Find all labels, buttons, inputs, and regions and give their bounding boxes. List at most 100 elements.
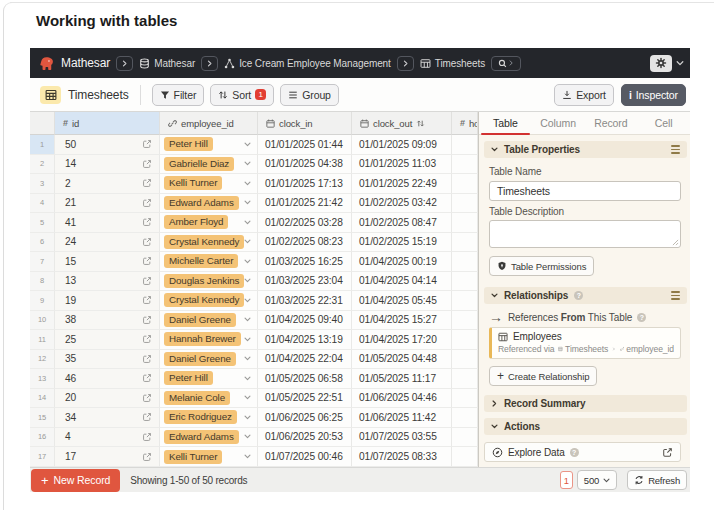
help-icon[interactable]: ? bbox=[637, 313, 646, 322]
clock-in-cell[interactable]: 01/01/2025 21:42 bbox=[258, 194, 352, 214]
employee-cell[interactable]: Peter Hill bbox=[160, 369, 258, 389]
employee-cell[interactable]: Kelli Turner bbox=[160, 447, 258, 467]
row-number[interactable]: 11 bbox=[30, 330, 55, 350]
clock-out-cell[interactable]: 01/05/2025 04:48 bbox=[352, 350, 452, 370]
employee-cell[interactable]: Gabrielle Diaz bbox=[160, 155, 258, 175]
clock-in-cell[interactable]: 01/01/2025 01:44 bbox=[258, 135, 352, 155]
employee-cell[interactable]: Hannah Brewer bbox=[160, 330, 258, 350]
id-cell[interactable]: 2 bbox=[55, 174, 160, 194]
row-number[interactable]: 2 bbox=[30, 155, 55, 175]
id-cell[interactable]: 4 bbox=[55, 428, 160, 448]
search-button[interactable] bbox=[491, 56, 521, 71]
open-record-icon[interactable] bbox=[142, 412, 152, 422]
clock-in-cell[interactable]: 01/05/2025 22:51 bbox=[258, 389, 352, 409]
employee-cell[interactable]: Daniel Greene bbox=[160, 350, 258, 370]
hours-cell[interactable] bbox=[452, 408, 478, 428]
clock-out-cell[interactable]: 01/01/2025 11:03 bbox=[352, 155, 452, 175]
id-cell[interactable]: 24 bbox=[55, 233, 160, 253]
tab-table[interactable]: Table bbox=[479, 112, 532, 134]
employee-cell[interactable]: Michelle Carter bbox=[160, 252, 258, 272]
hours-cell[interactable] bbox=[452, 389, 478, 409]
brand-name[interactable]: Mathesar bbox=[61, 56, 110, 70]
filter-button[interactable]: Filter bbox=[152, 84, 205, 106]
clock-out-cell[interactable]: 01/04/2025 04:14 bbox=[352, 272, 452, 292]
hours-cell[interactable] bbox=[452, 174, 478, 194]
column-header-employee_id[interactable]: employee_id bbox=[160, 112, 258, 135]
clock-in-cell[interactable]: 01/06/2025 20:53 bbox=[258, 428, 352, 448]
table-permissions-button[interactable]: Table Permissions bbox=[489, 256, 594, 276]
open-record-icon[interactable] bbox=[142, 159, 152, 169]
clock-out-cell[interactable]: 01/07/2025 08:33 bbox=[352, 447, 452, 467]
tab-cell[interactable]: Cell bbox=[637, 112, 690, 134]
help-icon[interactable]: ? bbox=[574, 291, 583, 300]
inspector-button[interactable]: i Inspector bbox=[621, 84, 686, 106]
id-cell[interactable]: 17 bbox=[55, 447, 160, 467]
clock-out-cell[interactable]: 01/04/2025 17:20 bbox=[352, 330, 452, 350]
table-name-input[interactable]: Timesheets bbox=[489, 181, 681, 201]
clock-in-cell[interactable]: 01/03/2025 23:04 bbox=[258, 272, 352, 292]
row-number[interactable]: 9 bbox=[30, 291, 55, 311]
open-record-icon[interactable] bbox=[142, 452, 152, 462]
breadcrumb-database[interactable]: Mathesar bbox=[139, 58, 195, 69]
section-relationships[interactable]: Relationships ? bbox=[484, 287, 687, 304]
breadcrumb-table[interactable]: Timesheets bbox=[420, 58, 485, 69]
clock-out-cell[interactable]: 01/07/2025 03:55 bbox=[352, 428, 452, 448]
id-cell[interactable]: 35 bbox=[55, 350, 160, 370]
clock-in-cell[interactable]: 01/01/2025 04:38 bbox=[258, 155, 352, 175]
settings-button[interactable] bbox=[650, 55, 672, 72]
section-table-properties[interactable]: Table Properties bbox=[484, 141, 687, 158]
breadcrumb-chevron-icon[interactable] bbox=[116, 56, 133, 71]
row-number[interactable]: 17 bbox=[30, 447, 55, 467]
create-relationship-button[interactable]: + Create Relationship bbox=[489, 366, 597, 386]
hours-cell[interactable] bbox=[452, 194, 478, 214]
open-record-icon[interactable] bbox=[142, 295, 152, 305]
refresh-button[interactable]: Refresh bbox=[627, 470, 687, 490]
clock-in-cell[interactable]: 01/03/2025 22:31 bbox=[258, 291, 352, 311]
clock-in-cell[interactable]: 01/02/2025 03:28 bbox=[258, 213, 352, 233]
clock-in-cell[interactable]: 01/04/2025 22:04 bbox=[258, 350, 352, 370]
row-number[interactable]: 8 bbox=[30, 272, 55, 292]
relationship-card[interactable]: Employees Referenced via Timesheets empl… bbox=[489, 327, 681, 359]
breadcrumb-schema[interactable]: Ice Cream Employee Management bbox=[224, 58, 391, 69]
open-record-icon[interactable] bbox=[142, 217, 152, 227]
hours-cell[interactable] bbox=[452, 272, 478, 292]
row-number[interactable]: 12 bbox=[30, 350, 55, 370]
row-number[interactable]: 16 bbox=[30, 428, 55, 448]
page-number[interactable]: 1 bbox=[560, 471, 573, 489]
row-number[interactable]: 13 bbox=[30, 369, 55, 389]
row-number[interactable]: 3 bbox=[30, 174, 55, 194]
hours-cell[interactable] bbox=[452, 135, 478, 155]
clock-in-cell[interactable]: 01/07/2025 00:46 bbox=[258, 447, 352, 467]
hours-cell[interactable] bbox=[452, 291, 478, 311]
hours-cell[interactable] bbox=[452, 428, 478, 448]
open-record-icon[interactable] bbox=[142, 334, 152, 344]
corner-header-cell[interactable] bbox=[30, 112, 55, 135]
hours-cell[interactable] bbox=[452, 213, 478, 233]
clock-in-cell[interactable]: 01/03/2025 16:25 bbox=[258, 252, 352, 272]
employee-cell[interactable]: Edward Adams bbox=[160, 194, 258, 214]
id-cell[interactable]: 20 bbox=[55, 389, 160, 409]
row-number[interactable]: 7 bbox=[30, 252, 55, 272]
hours-cell[interactable] bbox=[452, 447, 478, 467]
row-number[interactable]: 15 bbox=[30, 408, 55, 428]
open-record-icon[interactable] bbox=[142, 315, 152, 325]
clock-out-cell[interactable]: 01/06/2025 04:46 bbox=[352, 389, 452, 409]
section-menu-icon[interactable] bbox=[671, 145, 680, 153]
employee-cell[interactable]: Daniel Greene bbox=[160, 311, 258, 331]
clock-in-cell[interactable]: 01/04/2025 09:40 bbox=[258, 311, 352, 331]
employee-cell[interactable]: Crystal Kennedy bbox=[160, 233, 258, 253]
row-number[interactable]: 10 bbox=[30, 311, 55, 331]
tab-record[interactable]: Record bbox=[585, 112, 638, 134]
column-header-id[interactable]: #id bbox=[55, 112, 160, 135]
id-cell[interactable]: 38 bbox=[55, 311, 160, 331]
employee-cell[interactable]: Edward Adams bbox=[160, 428, 258, 448]
row-number[interactable]: 1 bbox=[30, 135, 55, 155]
clock-out-cell[interactable]: 01/01/2025 09:09 bbox=[352, 135, 452, 155]
hours-cell[interactable] bbox=[452, 330, 478, 350]
hours-cell[interactable] bbox=[452, 252, 478, 272]
clock-out-cell[interactable]: 01/02/2025 03:42 bbox=[352, 194, 452, 214]
employee-cell[interactable]: Amber Floyd bbox=[160, 213, 258, 233]
section-record-summary[interactable]: Record Summary bbox=[484, 395, 687, 412]
id-cell[interactable]: 46 bbox=[55, 369, 160, 389]
external-link-icon[interactable] bbox=[662, 447, 673, 458]
